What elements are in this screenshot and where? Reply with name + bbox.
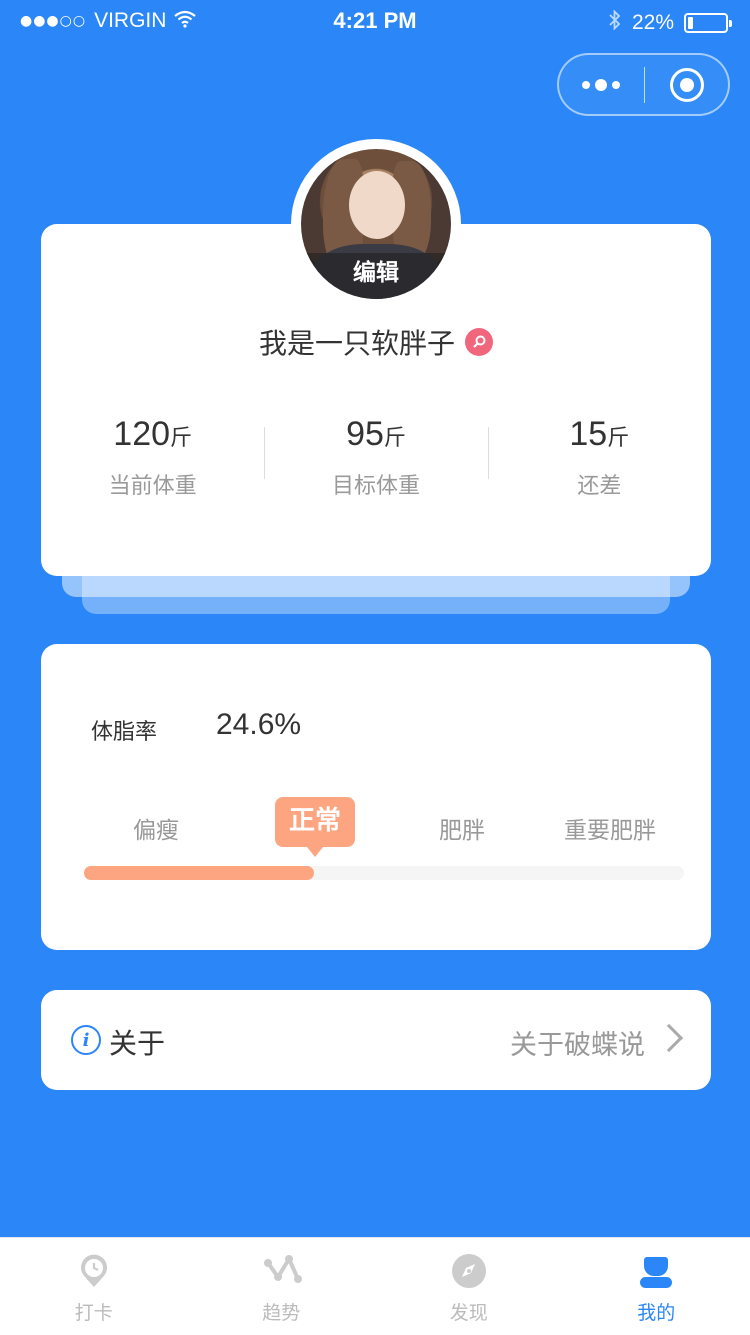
weight-stats: 120斤 当前体重 95斤 目标体重 15斤 还差 (41, 415, 711, 525)
user-icon (638, 1253, 674, 1289)
stat-unit: 斤 (607, 426, 630, 451)
tab-label: 趋势 (262, 1302, 301, 1324)
battery-percent: 22% (631, 10, 674, 34)
tab-mine[interactable]: 我的 (563, 1238, 750, 1335)
more-dots-icon[interactable] (559, 55, 644, 114)
tab-discover[interactable]: 发现 (375, 1238, 563, 1335)
info-icon: i (71, 1025, 101, 1055)
nickname: 我是一只软胖子 (258, 327, 455, 360)
about-title: 关于 (109, 1027, 166, 1060)
body-fat-progress-fill (84, 866, 314, 880)
tab-bar: 打卡 趋势 发现 我的 (0, 1237, 750, 1335)
stat-remaining: 15斤 还差 (487, 415, 711, 525)
category-underweight: 偏瘦 (133, 818, 179, 844)
stat-value: 15 (569, 415, 608, 453)
battery-icon (684, 12, 732, 33)
avatar[interactable]: 编辑 (291, 139, 461, 309)
nickname-row: 我是一只软胖子 (41, 322, 711, 362)
about-row[interactable]: i 关于 关于破蝶说 (41, 990, 711, 1090)
avatar-edit-label[interactable]: 编辑 (301, 253, 451, 299)
stat-value: 120 (113, 415, 171, 453)
category-severely-obese: 重要肥胖 (564, 818, 656, 844)
body-fat-progress-track (84, 866, 684, 880)
tab-trend[interactable]: 趋势 (188, 1238, 376, 1335)
stat-label: 还差 (577, 474, 622, 499)
about-link[interactable]: 关于破蝶说 (510, 1023, 645, 1062)
target-icon[interactable] (645, 55, 728, 114)
tab-label: 发现 (449, 1302, 488, 1324)
bluetooth-icon (608, 9, 622, 36)
body-fat-label: 体脂率 (91, 720, 158, 745)
miniprogram-capsule (557, 53, 730, 116)
stat-value: 95 (346, 415, 384, 453)
status-bar: ●●●○○ VIRGIN 4:21 PM 22% (0, 0, 750, 42)
trend-icon (263, 1253, 303, 1289)
status-right: 22% (608, 9, 732, 36)
battery-level-fill (688, 16, 693, 29)
tab-label: 打卡 (74, 1302, 113, 1324)
avatar-image: 编辑 (301, 149, 451, 299)
body-fat-value: 24.6% (216, 708, 302, 741)
stat-unit: 斤 (383, 426, 406, 451)
chevron-right-icon (654, 1023, 684, 1053)
stat-label: 目标体重 (331, 474, 420, 499)
stat-current-weight: 120斤 当前体重 (41, 415, 264, 525)
category-obese: 肥胖 (439, 818, 485, 844)
stat-target-weight: 95斤 目标体重 (264, 415, 487, 525)
body-fat-card: 体脂率 24.6% 偏瘦 正常 肥胖 重要肥胖 (41, 644, 711, 950)
stat-label: 当前体重 (108, 474, 197, 499)
tab-checkin[interactable]: 打卡 (0, 1238, 188, 1335)
stat-unit: 斤 (170, 426, 193, 451)
category-normal-badge: 正常 (275, 797, 355, 857)
clock-pin-icon (76, 1253, 112, 1289)
tab-label: 我的 (637, 1302, 676, 1324)
female-icon (465, 328, 493, 356)
compass-icon (451, 1253, 487, 1289)
